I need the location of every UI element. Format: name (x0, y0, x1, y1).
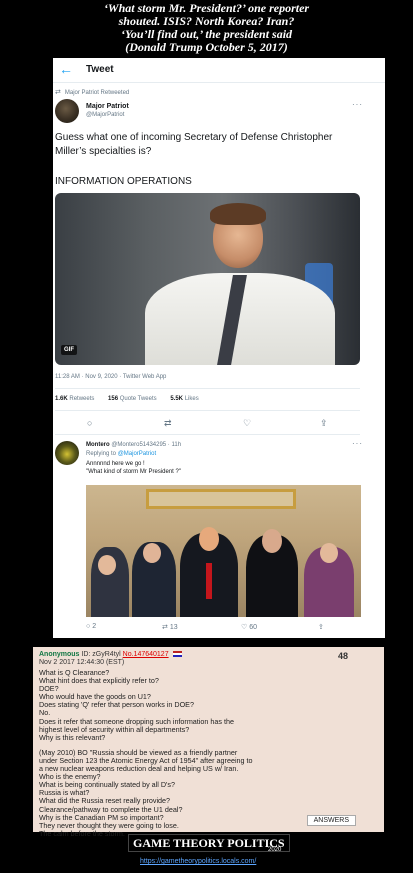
forum-post-body: What is Q Clearance? What hint does that… (39, 668, 379, 838)
reply-retweet-icon[interactable]: ⇄ 13 (162, 623, 178, 631)
reply-handle-time: @Montero51434295 · 11h (111, 442, 182, 448)
photo-head (98, 555, 116, 575)
flag-icon (172, 651, 182, 658)
divider (55, 410, 360, 411)
tweet-actions: ○ ⇄ ♡ ⇪ (55, 418, 360, 430)
answers-button[interactable]: ANSWERS (306, 815, 356, 826)
photo-tie (206, 563, 212, 599)
replying-to-handle[interactable]: @MajorPatriot (118, 451, 156, 457)
forum-line: What hint does that explicitly refer to? (39, 676, 159, 686)
reply-text-line-2: "What kind of storm Mr President ?" (86, 469, 181, 475)
tweet-gif[interactable]: GIF (55, 193, 360, 365)
forum-post-date: Nov 2 2017 12:44:30 (EST) (39, 659, 125, 666)
reply-photo[interactable] (86, 485, 361, 617)
forum-poster-name: Anonymous (39, 651, 80, 658)
photo-head (199, 527, 219, 551)
forum-line: What is being continually stated by all … (39, 780, 176, 790)
caption-line-4: (Donald Trump October 5, 2017) (125, 40, 288, 54)
replying-to-prefix: Replying to (86, 451, 117, 457)
brand-year: 2020 (268, 847, 282, 853)
divider (55, 434, 360, 435)
forum-poster-id[interactable]: ID: zGyR4tyl (81, 651, 120, 658)
reply-text: Annnnnd here we go ! "What kind of storm… (86, 460, 181, 476)
tweet-header-title: Tweet (86, 64, 114, 75)
reply-avatar[interactable] (55, 441, 79, 465)
reply-text-line-1: Annnnnd here we go ! (86, 461, 145, 467)
retweet-icon[interactable]: ⇄ (164, 418, 172, 429)
more-options-icon[interactable]: ··· (352, 100, 363, 109)
back-arrow-icon[interactable]: ← (59, 61, 73, 77)
tweet-text: Guess what one of incoming Secretary of … (55, 132, 333, 157)
like-icon[interactable]: ♡ (243, 418, 251, 429)
forum-post-header: Anonymous ID: zGyR4tyl No.147640127 (39, 651, 182, 658)
caption: ‘What storm Mr. President?’ one reporter… (40, 2, 373, 54)
author-handle[interactable]: @MajorPatriot (86, 112, 124, 118)
forum-line: Why is this relevant? (39, 732, 106, 742)
tweet-stats: 1.6K Retweets 156 Quote Tweets 5.5K Like… (55, 396, 211, 402)
reply-author-name[interactable]: Montero (86, 442, 110, 448)
replying-to: Replying to @MajorPatriot (86, 451, 156, 457)
divider (55, 388, 360, 389)
photo-head (320, 543, 338, 563)
retweeted-by: ⇄ Major Patriot Retweeted (55, 88, 129, 96)
stat-quote-tweets[interactable]: 156 Quote Tweets (108, 396, 157, 402)
photo-head (143, 543, 161, 563)
tweet-text-2: INFORMATION OPERATIONS (55, 176, 192, 187)
retweet-icon: ⇄ (55, 89, 61, 96)
reply-author[interactable]: Montero @Montero51434295 · 11h (86, 442, 181, 448)
avatar[interactable] (55, 99, 79, 123)
reply-icon[interactable]: ○ (87, 418, 92, 428)
stat-likes[interactable]: 5.5K Likes (170, 396, 198, 402)
retweeted-label[interactable]: Major Patriot Retweeted (65, 90, 129, 96)
brand-url-link[interactable]: https://gametheorypolitics.locals.com/ (140, 858, 256, 865)
photo-head (262, 529, 282, 553)
forum-post-count: 48 (337, 651, 348, 661)
author-name[interactable]: Major Patriot (86, 103, 129, 110)
reply-like-icon[interactable]: ♡ 60 (241, 623, 257, 631)
stat-retweets[interactable]: 1.6K Retweets (55, 396, 94, 402)
forum-post-number[interactable]: No.147640127 (123, 651, 169, 658)
reply-actions: ○ 2 ⇄ 13 ♡ 60 ⇪ (86, 623, 361, 635)
forum-line: Does stating 'Q' refer that person works… (39, 700, 194, 710)
more-options-icon[interactable]: ··· (352, 439, 363, 448)
gif-badge: GIF (61, 345, 77, 355)
gif-figure-hair (210, 203, 266, 225)
photo-frame (146, 489, 296, 509)
reply-reply-icon[interactable]: ○ 2 (86, 623, 96, 630)
reply-share-icon[interactable]: ⇪ (318, 623, 324, 631)
tweet-card: ← Tweet ⇄ Major Patriot Retweeted Major P… (53, 58, 385, 638)
forum-post: Anonymous ID: zGyR4tyl No.147640127 48 N… (33, 647, 384, 837)
share-icon[interactable]: ⇪ (320, 418, 328, 429)
tweet-timestamp[interactable]: 11:28 AM · Nov 9, 2020 · Twitter Web App (55, 374, 166, 380)
tweet-header: ← Tweet (53, 58, 385, 83)
brand-logo: GAME THEORY POLITICS (128, 834, 290, 852)
